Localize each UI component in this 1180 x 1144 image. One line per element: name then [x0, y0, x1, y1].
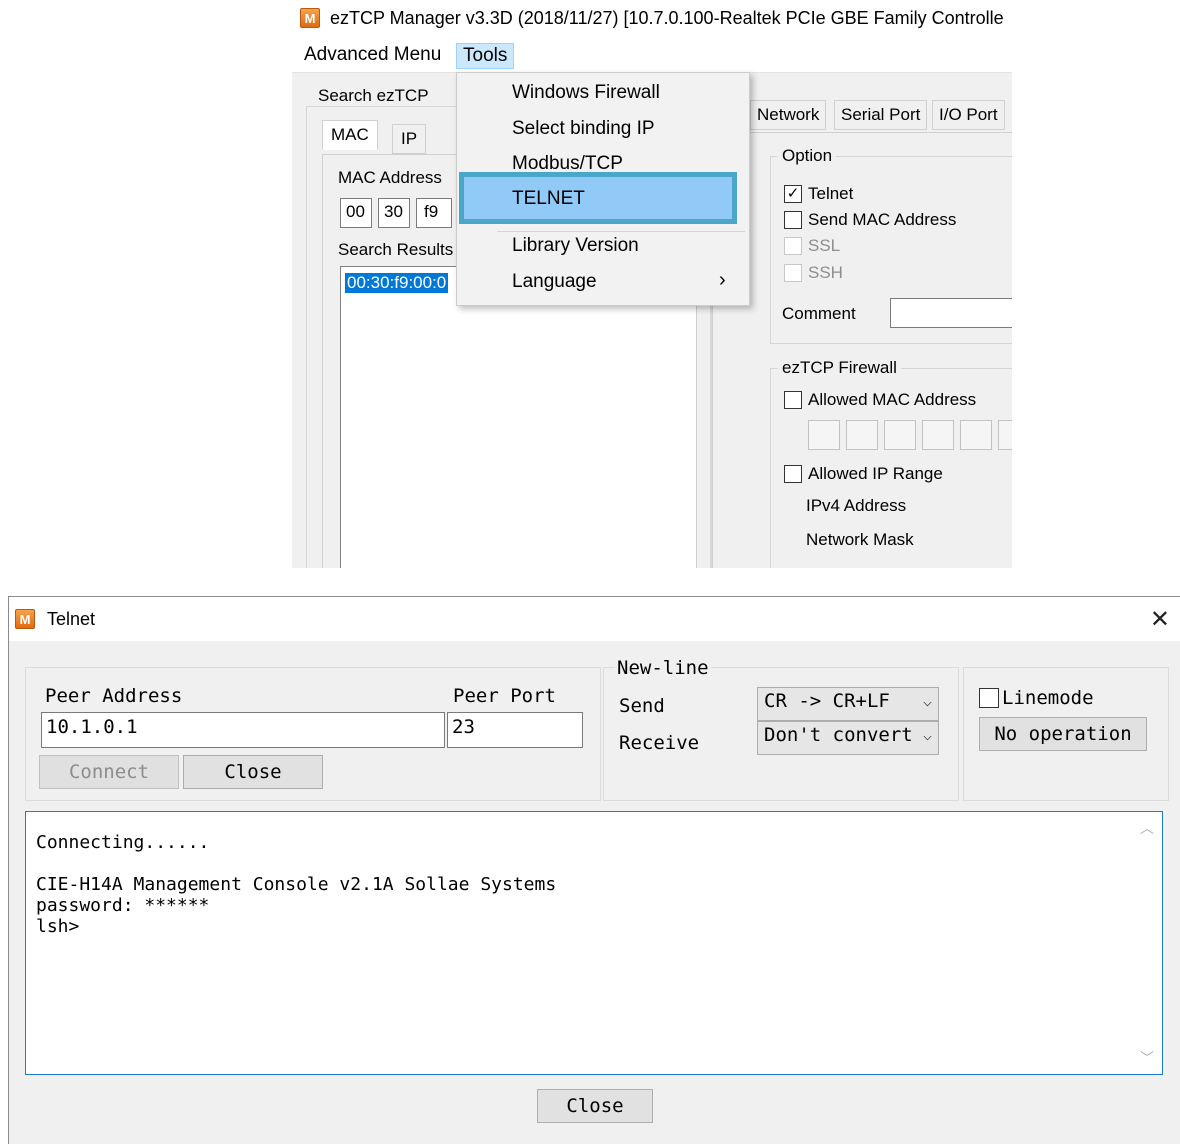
mac-octet-3[interactable]: f9	[416, 198, 452, 228]
ssl-checkbox	[784, 237, 802, 255]
tab-network[interactable]: Network	[750, 100, 827, 130]
send-mac-label: Send MAC Address	[808, 210, 957, 229]
menu-item-select-binding-ip[interactable]: Select binding IP	[512, 118, 655, 140]
mac-octet-2[interactable]: 30	[378, 198, 410, 228]
menu-item-telnet[interactable]: TELNET	[512, 188, 585, 210]
receive-newline-value: Don't convert	[764, 724, 913, 746]
close-connection-button[interactable]: Close	[183, 755, 323, 789]
manager-title: ezTCP Manager v3.3D (2018/11/27) [10.7.0…	[330, 8, 1004, 28]
peer-port-label: Peer Port	[453, 685, 556, 707]
tab-ip[interactable]: IP	[392, 124, 427, 154]
menu-bar: Advanced Menu Tools	[292, 38, 1012, 73]
close-dialog-button[interactable]: Close	[537, 1089, 653, 1123]
scroll-down-icon[interactable]: ﹀	[1140, 1048, 1154, 1068]
telnet-checkbox[interactable]: ✓	[784, 185, 802, 203]
ssh-label: SSH	[808, 263, 843, 282]
manager-titlebar: M ezTCP Manager v3.3D (2018/11/27) [10.7…	[292, 0, 1012, 38]
linemode-label: Linemode	[1002, 687, 1094, 709]
mac-octet-1[interactable]: 00	[340, 198, 372, 228]
newline-group-label: New-line	[615, 657, 711, 679]
menu-tools[interactable]: Tools	[456, 43, 515, 69]
menu-item-windows-firewall[interactable]: Windows Firewall	[512, 82, 660, 104]
menu-advanced[interactable]: Advanced Menu	[298, 43, 447, 67]
peer-address-label: Peer Address	[45, 685, 183, 707]
network-mask-label: Network Mask	[806, 530, 914, 549]
allowed-mac-octet-6	[998, 420, 1012, 450]
eztcp-manager-window: M ezTCP Manager v3.3D (2018/11/27) [10.7…	[292, 0, 1012, 568]
telnet-dialog: M Telnet ✕ Peer Address 10.1.0.1 Peer Po…	[8, 596, 1180, 1144]
tab-io-port[interactable]: I/O Port	[932, 100, 1005, 130]
comment-label: Comment	[782, 304, 856, 323]
receive-label: Receive	[619, 732, 700, 754]
allowed-mac-checkbox[interactable]	[784, 391, 802, 409]
send-label: Send	[619, 695, 665, 717]
telnet-app-icon: M	[15, 609, 35, 629]
search-results-list[interactable]: 00:30:f9:00:0	[340, 266, 698, 568]
peer-port-input[interactable]: 23	[447, 712, 583, 748]
chevron-down-icon: ⌵	[922, 726, 932, 744]
send-newline-value: CR -> CR+LF	[764, 690, 890, 712]
ipv4-address-label: IPv4 Address	[806, 496, 907, 515]
telnet-title: Telnet	[47, 609, 96, 629]
allowed-mac-octet-5	[960, 420, 992, 450]
ssl-label: SSL	[808, 236, 841, 255]
allowed-ip-checkbox[interactable]	[784, 465, 802, 483]
menu-item-language[interactable]: Language	[512, 271, 597, 293]
allowed-mac-octet-2	[846, 420, 878, 450]
allowed-mac-label: Allowed MAC Address	[808, 390, 977, 409]
peer-address-input[interactable]: 10.1.0.1	[41, 712, 445, 748]
mac-address-label: MAC Address	[338, 168, 442, 187]
firewall-group-label: ezTCP Firewall	[778, 358, 901, 378]
receive-newline-select[interactable]: Don't convert ⌵	[757, 721, 939, 755]
option-group-label: Option	[778, 146, 837, 166]
allowed-mac-octet-4	[922, 420, 954, 450]
search-eztcp-label: Search ezTCP	[314, 86, 433, 106]
eztcp-app-icon: M	[300, 8, 320, 28]
ssh-checkbox	[784, 264, 802, 282]
tools-dropdown-menu: Windows Firewall Select binding IP Modbu…	[456, 72, 750, 306]
telnet-console[interactable]: Connecting...... CIE-H14A Management Con…	[25, 811, 1163, 1075]
scroll-up-icon[interactable]: ︿	[1140, 818, 1154, 838]
no-operation-button[interactable]: No operation	[979, 717, 1147, 751]
telnet-option-label: Telnet	[808, 184, 854, 203]
search-result-item[interactable]: 00:30:f9:00:0	[345, 273, 449, 293]
telnet-highlight-box	[459, 172, 737, 224]
menu-separator	[497, 231, 745, 232]
console-output: Connecting...... CIE-H14A Management Con…	[36, 832, 557, 937]
comment-input[interactable]	[890, 298, 1012, 328]
tab-serial-port[interactable]: Serial Port	[834, 100, 928, 130]
send-mac-checkbox[interactable]	[784, 211, 802, 229]
connect-button[interactable]: Connect	[39, 755, 179, 789]
submenu-arrow-icon: ›	[719, 269, 726, 291]
close-icon[interactable]: ✕	[1150, 605, 1170, 634]
allowed-mac-octet-3	[884, 420, 916, 450]
telnet-titlebar: M Telnet ✕	[9, 597, 1180, 641]
linemode-checkbox[interactable]	[979, 688, 999, 708]
search-results-label: Search Results	[338, 240, 454, 259]
allowed-mac-octet-1	[808, 420, 840, 450]
tab-mac[interactable]: MAC	[322, 120, 378, 150]
allowed-ip-label: Allowed IP Range	[808, 464, 943, 483]
send-newline-select[interactable]: CR -> CR+LF ⌵	[757, 687, 939, 721]
menu-item-library-version[interactable]: Library Version	[512, 235, 639, 257]
chevron-down-icon: ⌵	[922, 692, 932, 710]
